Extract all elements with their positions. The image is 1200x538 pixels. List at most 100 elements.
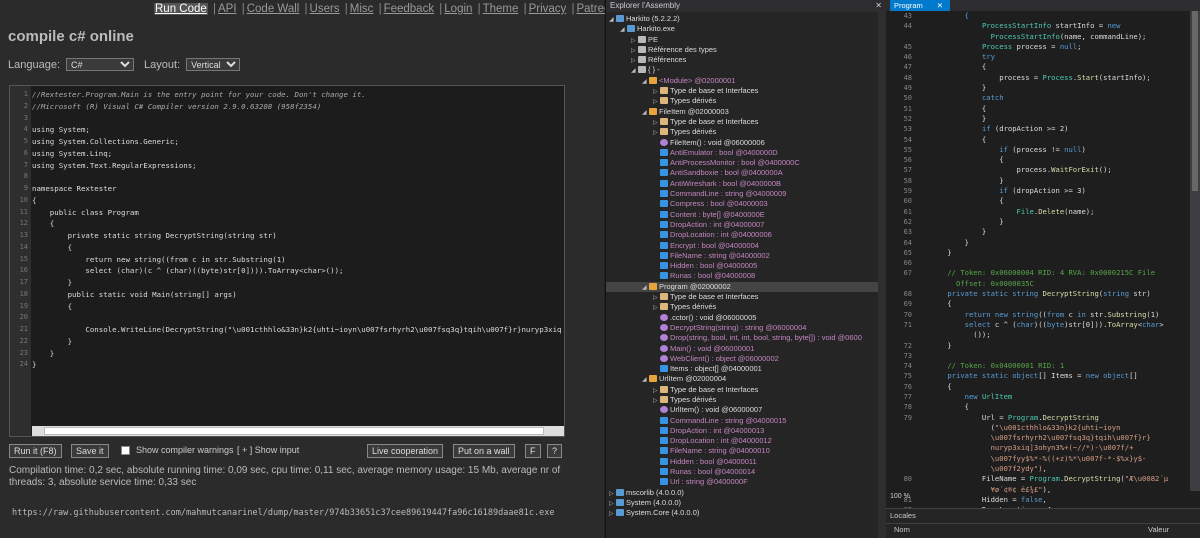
expand-arrow-icon[interactable]: ▷ bbox=[653, 293, 660, 302]
nav-link-code-wall[interactable]: Code Wall bbox=[247, 3, 300, 15]
tree-node[interactable]: ▷ Références bbox=[606, 55, 878, 65]
code-area[interactable]: //Rextester.Program.Main is the entry po… bbox=[32, 89, 562, 371]
tree-node[interactable]: ◢ Harkito.exe bbox=[606, 24, 878, 34]
tree-node[interactable]: AntiWireshark : bool @0400000B bbox=[606, 179, 878, 189]
nav-link-users[interactable]: Users bbox=[310, 3, 340, 15]
tree-node[interactable]: ▷ System (4.0.0.0) bbox=[606, 498, 878, 508]
tree-node[interactable]: ▷ Types dérivés bbox=[606, 302, 878, 312]
tab-program[interactable]: Program ✕ bbox=[890, 0, 950, 11]
tree-node[interactable]: Runas : bool @04000014 bbox=[606, 467, 878, 477]
tree-node[interactable]: ▷ System.Core (4.0.0.0) bbox=[606, 508, 878, 518]
expand-arrow-icon[interactable]: ◢ bbox=[620, 25, 627, 34]
expand-arrow-icon[interactable]: ▷ bbox=[653, 118, 660, 127]
expand-arrow-icon[interactable]: ▷ bbox=[609, 509, 616, 518]
expand-arrow-icon[interactable]: ▷ bbox=[653, 386, 660, 395]
tree-node[interactable]: Url : string @0400000F bbox=[606, 477, 878, 487]
tree-node[interactable]: ▷ Type de base et Interfaces bbox=[606, 117, 878, 127]
tree-node[interactable]: ◢ Harkito (5.2.2.2) bbox=[606, 14, 878, 24]
tree-node[interactable]: Content : byte[] @0400000E bbox=[606, 210, 878, 220]
expand-arrow-icon[interactable]: ◢ bbox=[642, 108, 649, 117]
nav-link-privacy[interactable]: Privacy bbox=[529, 3, 567, 15]
tree-node[interactable]: .cctor() : void @06000005 bbox=[606, 313, 878, 323]
code-scrollbar[interactable] bbox=[1190, 11, 1200, 491]
explorer-scrollbar[interactable] bbox=[878, 12, 886, 538]
tree-node[interactable]: UrlItem() : void @06000007 bbox=[606, 405, 878, 415]
close-icon[interactable]: ✕ bbox=[937, 1, 943, 10]
tree-node[interactable]: ▷ PE bbox=[606, 35, 878, 45]
tree-node[interactable]: ▷ mscorlib (4.0.0.0) bbox=[606, 488, 878, 498]
tree-node[interactable]: FileName : string @04000010 bbox=[606, 446, 878, 456]
expand-arrow-icon[interactable]: ◢ bbox=[631, 66, 638, 75]
nav-link-run-code[interactable]: Run Code bbox=[154, 3, 208, 15]
tree-node[interactable]: Compress : bool @04000003 bbox=[606, 199, 878, 209]
tree-node[interactable]: Encrypt : bool @04000004 bbox=[606, 241, 878, 251]
fullscreen-button[interactable]: F bbox=[525, 444, 541, 458]
expand-arrow-icon[interactable]: ◢ bbox=[642, 77, 649, 86]
scrollbar-thumb[interactable] bbox=[44, 427, 544, 435]
nav-link-feedback[interactable]: Feedback bbox=[384, 3, 435, 15]
tree-node[interactable]: DropAction : int @04000013 bbox=[606, 426, 878, 436]
tree-node[interactable]: Items : object[] @04000001 bbox=[606, 364, 878, 374]
tree-node[interactable]: FileName : string @04000002 bbox=[606, 251, 878, 261]
tree-node[interactable]: DecryptString(string) : string @06000004 bbox=[606, 323, 878, 333]
tree-node[interactable]: Drop(string, bool, int, int, bool, strin… bbox=[606, 333, 878, 343]
expand-arrow-icon[interactable]: ▷ bbox=[609, 489, 616, 498]
put-on-wall-button[interactable]: Put on a wall bbox=[453, 444, 515, 458]
nav-link-misc[interactable]: Misc bbox=[350, 3, 374, 15]
tree-node[interactable]: ▷ Type de base et Interfaces bbox=[606, 292, 878, 302]
tree-node[interactable]: ▷ Types dérivés bbox=[606, 96, 878, 106]
tree-node[interactable]: ▷ Types dérivés bbox=[606, 395, 878, 405]
expand-arrow-icon[interactable]: ▷ bbox=[653, 303, 660, 312]
tree-node[interactable]: ▷ Type de base et Interfaces bbox=[606, 86, 878, 96]
expand-arrow-icon[interactable]: ▷ bbox=[653, 128, 660, 137]
expand-arrow-icon[interactable]: ▷ bbox=[631, 46, 638, 55]
tree-node[interactable]: WebClient() : object @06000002 bbox=[606, 354, 878, 364]
close-icon[interactable]: ✕ bbox=[875, 0, 882, 12]
tree-node[interactable]: FileItem() : void @06000006 bbox=[606, 138, 878, 148]
tree-node[interactable]: ◢ UrlItem @02000004 bbox=[606, 374, 878, 384]
code-editor[interactable]: 1 2 3 4 5 6 7 8 9 10 11 12 13 14 15 16 17 18 19 20 21 22 23 24 … bbox=[9, 85, 565, 437]
help-button[interactable]: ? bbox=[547, 444, 563, 458]
scrollbar-thumb[interactable] bbox=[1192, 11, 1198, 191]
layout-select[interactable]: Vertical bbox=[186, 58, 241, 71]
tree-node[interactable]: ◢ { } - bbox=[606, 65, 878, 75]
nav-link-theme[interactable]: Theme bbox=[483, 3, 519, 15]
tree-node[interactable]: Hidden : bool @04000011 bbox=[606, 457, 878, 467]
assembly-tree[interactable]: ◢ Harkito (5.2.2.2) ◢ Harkito.exe ▷ PE ▷ Référe… bbox=[606, 14, 878, 519]
expand-arrow-icon[interactable]: ◢ bbox=[642, 283, 649, 292]
tree-node[interactable]: DropLocation : int @04000012 bbox=[606, 436, 878, 446]
tree-node[interactable]: DropAction : int @04000007 bbox=[606, 220, 878, 230]
tree-node[interactable]: Main() : void @06000001 bbox=[606, 344, 878, 354]
live-cooperation-button[interactable]: Live cooperation bbox=[367, 444, 444, 458]
expand-arrow-icon[interactable]: ◢ bbox=[642, 375, 649, 384]
tree-node[interactable]: AntiSandboxie : bool @0400000A bbox=[606, 168, 878, 178]
show-input-link[interactable]: [ + ] Show input bbox=[237, 445, 299, 455]
tree-node[interactable]: ◢ <Module> @02000001 bbox=[606, 76, 878, 86]
tree-node[interactable]: AntiProcessMonitor : bool @0400000C bbox=[606, 158, 878, 168]
tree-node[interactable]: ▷ Type de base et Interfaces bbox=[606, 385, 878, 395]
expand-arrow-icon[interactable]: ▷ bbox=[631, 56, 638, 65]
tree-node[interactable]: ▷ Référence des types bbox=[606, 45, 878, 55]
nav-link-login[interactable]: Login bbox=[444, 3, 472, 15]
expand-arrow-icon[interactable]: ▷ bbox=[631, 36, 638, 45]
horizontal-scrollbar[interactable] bbox=[32, 426, 564, 436]
decompiled-code[interactable]: { ProcessStartInfo startInfo = new Proce… bbox=[930, 11, 1168, 536]
save-button[interactable]: Save it bbox=[71, 444, 109, 458]
warnings-checkbox[interactable] bbox=[121, 446, 130, 455]
tree-node[interactable]: DropLocation : int @04000006 bbox=[606, 230, 878, 240]
run-button[interactable]: Run it (F8) bbox=[9, 444, 62, 458]
tree-node[interactable]: ▷ Types dérivés bbox=[606, 127, 878, 137]
tree-node[interactable]: AntiEmulator : bool @0400000D bbox=[606, 148, 878, 158]
language-select[interactable]: C# bbox=[66, 58, 134, 71]
expand-arrow-icon[interactable]: ◢ bbox=[609, 15, 616, 24]
tree-node[interactable]: ◢ Program @02000002 bbox=[606, 281, 878, 293]
expand-arrow-icon[interactable]: ▷ bbox=[653, 396, 660, 405]
zoom-level[interactable]: 100 % bbox=[890, 493, 910, 500]
tree-node[interactable]: Runas : bool @04000008 bbox=[606, 271, 878, 281]
tree-node[interactable]: ◢ FileItem @02000003 bbox=[606, 107, 878, 117]
nav-link-api[interactable]: API bbox=[218, 3, 237, 15]
tree-node[interactable]: CommandLine : string @04000015 bbox=[606, 416, 878, 426]
tree-node[interactable]: Hidden : bool @04000005 bbox=[606, 261, 878, 271]
expand-arrow-icon[interactable]: ▷ bbox=[653, 97, 660, 106]
expand-arrow-icon[interactable]: ▷ bbox=[609, 499, 616, 508]
